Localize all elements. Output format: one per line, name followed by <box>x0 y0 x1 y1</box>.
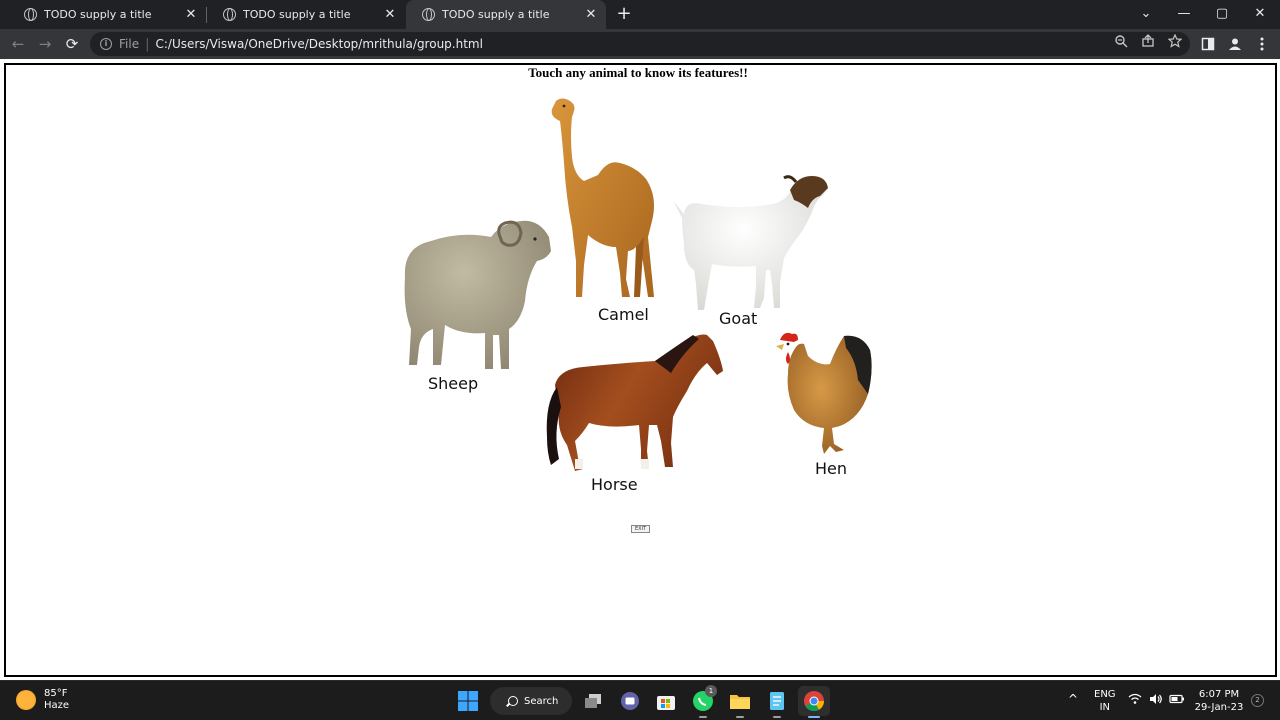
task-view-icon[interactable] <box>581 688 607 714</box>
search-icon <box>508 696 518 706</box>
back-button[interactable]: ← <box>6 32 30 56</box>
close-tab-button[interactable]: ✕ <box>379 7 401 22</box>
language-indicator[interactable]: ENG IN <box>1094 688 1116 714</box>
clock[interactable]: 6:07 PM 29-Jan-23 <box>1193 688 1245 714</box>
new-tab-button[interactable]: + <box>612 3 636 25</box>
page-viewport: Touch any animal to know its features!! … <box>0 59 1280 680</box>
hen-label[interactable]: Hen <box>815 459 847 478</box>
battery-icon[interactable] <box>1169 693 1185 709</box>
start-button[interactable] <box>455 688 481 714</box>
running-indicator <box>773 716 781 718</box>
tab-1[interactable]: TODO supply a title ✕ <box>8 0 206 29</box>
close-tab-button[interactable]: ✕ <box>180 7 202 22</box>
region-code: IN <box>1099 702 1110 713</box>
minimize-button[interactable]: — <box>1165 0 1203 29</box>
hen-image[interactable] <box>774 330 874 456</box>
goat-label[interactable]: Goat <box>719 309 757 328</box>
tray-overflow-chevron[interactable]: ^ <box>1068 693 1078 706</box>
forward-button[interactable]: → <box>33 32 57 56</box>
weather-widget[interactable]: 85°F Haze <box>16 688 69 712</box>
globe-icon <box>223 8 236 21</box>
close-window-button[interactable]: ✕ <box>1241 0 1279 29</box>
notepad-icon[interactable] <box>764 688 790 714</box>
chrome-icon[interactable] <box>798 686 830 716</box>
camel-image[interactable] <box>548 97 660 302</box>
tab-title: TODO supply a title <box>442 8 550 21</box>
tab-title: TODO supply a title <box>44 8 152 21</box>
tab-title: TODO supply a title <box>243 8 351 21</box>
profile-icon[interactable] <box>1223 32 1247 56</box>
taskbar-search[interactable]: Search <box>490 687 572 715</box>
browser-toolbar: ← → ⟳ i File | C:/Users/Viswa/OneDrive/D… <box>0 29 1280 59</box>
tab-2[interactable]: TODO supply a title ✕ <box>207 0 405 29</box>
teams-chat-icon[interactable] <box>617 688 643 714</box>
weather-sun-icon <box>16 690 36 710</box>
taskbar: 85°F Haze Search 1 ^ ENG IN 6:07 PM 29-J… <box>0 680 1280 720</box>
wifi-icon[interactable] <box>1128 693 1142 709</box>
menu-icon[interactable] <box>1250 32 1274 56</box>
language-code: ENG <box>1094 689 1116 700</box>
url-separator: | <box>145 36 150 52</box>
close-tab-button[interactable]: ✕ <box>580 7 602 22</box>
page-heading: Touch any animal to know its features!! <box>528 65 748 80</box>
sheep-label[interactable]: Sheep <box>428 374 478 393</box>
url-scheme: File <box>119 37 140 51</box>
tab-search-button[interactable]: ⌄ <box>1127 0 1165 29</box>
running-indicator <box>699 716 707 718</box>
notification-badge[interactable]: 2 <box>1251 694 1264 707</box>
zoom-icon[interactable] <box>1111 34 1131 54</box>
side-panel-icon[interactable] <box>1196 32 1220 56</box>
exit-button[interactable]: EXIT <box>631 525 650 533</box>
clock-time: 6:07 PM <box>1198 689 1240 700</box>
whatsapp-badge: 1 <box>705 685 717 697</box>
horse-image[interactable] <box>543 333 725 473</box>
camel-label[interactable]: Camel <box>598 305 649 324</box>
active-indicator <box>808 716 820 718</box>
file-explorer-icon[interactable] <box>727 688 753 714</box>
clock-date: 29-Jan-23 <box>1194 702 1244 713</box>
store-icon[interactable] <box>653 688 679 714</box>
url-text[interactable]: C:/Users/Viswa/OneDrive/Desktop/mrithula… <box>155 37 482 51</box>
maximize-button[interactable]: ▢ <box>1203 0 1241 29</box>
globe-icon <box>422 8 435 21</box>
sheep-image[interactable] <box>401 217 553 375</box>
weather-temp: 85°F <box>44 688 68 699</box>
search-label: Search <box>524 695 559 707</box>
share-icon[interactable] <box>1138 34 1158 54</box>
goat-image[interactable] <box>672 174 832 314</box>
info-icon[interactable]: i <box>100 38 112 50</box>
weather-condition: Haze <box>44 700 70 711</box>
volume-icon[interactable] <box>1149 693 1163 709</box>
tab-3-active[interactable]: TODO supply a title ✕ <box>406 0 606 29</box>
horse-label[interactable]: Horse <box>591 475 638 494</box>
running-indicator <box>736 716 744 718</box>
star-icon[interactable] <box>1165 33 1185 54</box>
address-bar[interactable]: i File | C:/Users/Viswa/OneDrive/Desktop… <box>90 32 1190 56</box>
tab-strip: TODO supply a title ✕ TODO supply a titl… <box>0 0 1280 29</box>
globe-icon <box>24 8 37 21</box>
reload-button[interactable]: ⟳ <box>60 32 84 56</box>
